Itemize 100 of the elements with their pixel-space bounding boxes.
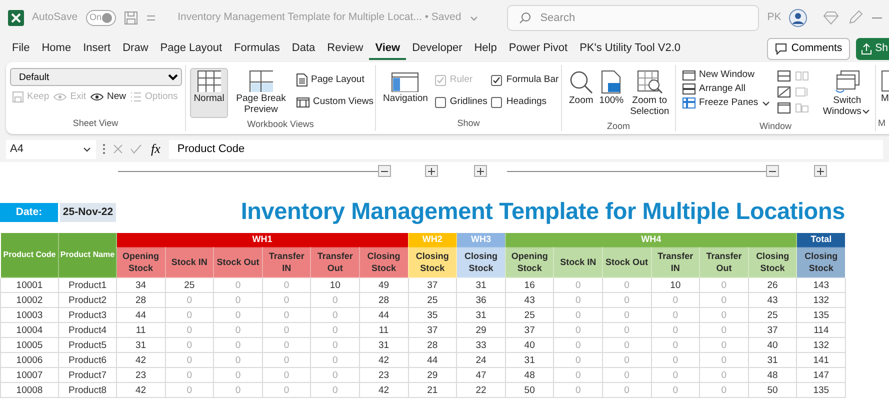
menu-tab[interactable]: Insert [77, 38, 117, 60]
table-cell: 0 [554, 278, 602, 292]
table-cell: 0 [165, 368, 214, 382]
share-button[interactable]: Sh [856, 38, 889, 60]
table-cell: 29 [456, 322, 506, 338]
unhide-icon[interactable] [777, 102, 792, 114]
menu-tab[interactable]: File [6, 38, 36, 60]
collapse-button[interactable] [766, 165, 780, 177]
menu-tab[interactable]: Review [321, 38, 370, 60]
table-cell: 0 [602, 382, 652, 398]
menu-tab[interactable]: View [369, 38, 406, 60]
menu-tab[interactable]: Home [36, 38, 78, 60]
table-cell: Product1 [58, 278, 116, 292]
spreadsheet-app-icon [8, 10, 24, 26]
zoom-button[interactable]: Zoom [566, 68, 596, 120]
table-cell: 135 [796, 382, 846, 398]
table-cell: 0 [554, 368, 602, 382]
table-cell: 0 [310, 308, 360, 322]
zoom-button[interactable]: Zoom to Selection [626, 68, 673, 120]
column-header: Transfer IN [262, 248, 311, 278]
table-cell: 11 [116, 322, 166, 338]
window-button[interactable]: New Window [680, 68, 774, 82]
avatar-icon[interactable] [789, 9, 808, 27]
expand-button[interactable] [425, 165, 438, 177]
caret-icon[interactable] [469, 14, 480, 22]
switch-windows-button[interactable]: Switch Windows [817, 68, 878, 120]
table-cell: 0 [262, 382, 311, 398]
checkbox[interactable] [491, 74, 502, 86]
search-field[interactable]: Search [507, 5, 760, 31]
window-button[interactable]: Arrange All [680, 82, 774, 96]
window-button[interactable]: Freeze Panes [680, 96, 774, 110]
menu-tab[interactable]: Formulas [228, 38, 286, 60]
group-label: Zoom [606, 120, 631, 133]
plus-icon [817, 168, 824, 174]
expand-button[interactable] [814, 165, 828, 177]
table-cell: 10004 [0, 322, 58, 338]
menu-tab[interactable]: Developer [406, 38, 468, 60]
view-button[interactable]: Custom Views [294, 94, 376, 110]
formula-field[interactable]: Product Code [169, 140, 883, 158]
table-cell: 0 [700, 322, 748, 338]
table-cell: 0 [262, 308, 311, 322]
save-icon[interactable] [124, 11, 138, 25]
hide-icon[interactable] [777, 86, 792, 98]
table-cell: 0 [262, 278, 311, 292]
table-cell: 0 [554, 308, 602, 322]
checkbox[interactable] [491, 96, 502, 108]
view-button[interactable]: Page Layout [294, 72, 376, 88]
table-cell: 0 [165, 322, 214, 338]
view-button[interactable]: Normal [190, 68, 228, 118]
menu-tab[interactable]: Power Pivot [502, 38, 574, 60]
table-cell: 29 [408, 368, 457, 382]
table-cell: 44 [408, 352, 457, 368]
menu-tab[interactable]: Draw [116, 38, 154, 60]
comments-button[interactable]: Comments [767, 38, 850, 60]
zoom-button[interactable]: 100% [596, 68, 627, 120]
column-header: Stock Out [602, 248, 652, 278]
view-button[interactable]: Page Break Preview [230, 68, 292, 118]
sheet-view-button[interactable]: New [88, 89, 128, 106]
navigation-button[interactable]: Navigation [380, 68, 431, 112]
insert-function-button[interactable]: fx [148, 139, 164, 159]
table-cell: 0 [602, 352, 652, 368]
table-cell: 48 [505, 368, 554, 382]
table-cell: 48 [748, 368, 797, 382]
table-cell: 25 [748, 308, 797, 322]
menu-tab[interactable]: Help [468, 38, 503, 60]
table-cell: 36 [456, 292, 506, 308]
group-label: Sheet View [72, 116, 120, 130]
split-icon[interactable] [777, 70, 792, 82]
search-icon [519, 12, 532, 24]
sheet-view-dropdown[interactable]: Default [10, 68, 182, 86]
menu-tab[interactable]: PK's Utility Tool V2.0 [574, 38, 687, 60]
more-icon [102, 143, 106, 155]
date-label: Date: [0, 202, 58, 222]
collapse-button[interactable] [378, 165, 391, 177]
table-cell: 37 [408, 278, 457, 292]
table-cell: 0 [165, 308, 214, 322]
table-cell: 0 [602, 308, 652, 322]
table-cell: 143 [796, 278, 846, 292]
autosave-label: AutoSave [32, 10, 78, 26]
name-box[interactable]: A4 [6, 140, 96, 158]
table-cell: 0 [651, 322, 700, 338]
macros-button[interactable]: M [878, 68, 889, 107]
list-icon [130, 92, 142, 102]
table-cell: 0 [165, 292, 214, 308]
menu-tab[interactable]: Page Layout [154, 38, 228, 60]
expand-button[interactable] [474, 165, 487, 177]
menu-tab[interactable]: Data [286, 38, 322, 60]
group-label: Window [758, 120, 792, 133]
date-value: 25-Nov-22 [60, 202, 116, 222]
table-cell: 10007 [0, 368, 58, 382]
table-cell: 37 [408, 322, 457, 338]
table-cell: 0 [214, 292, 262, 308]
eye-icon [53, 92, 68, 102]
table-cell: 28 [408, 338, 457, 352]
checkbox[interactable] [434, 96, 446, 108]
table-cell: 31 [456, 278, 506, 292]
table-cell: 16 [505, 278, 554, 292]
window-icon [296, 96, 310, 108]
freeze-panes-icon [682, 97, 696, 109]
user-initials: PK [767, 10, 782, 26]
